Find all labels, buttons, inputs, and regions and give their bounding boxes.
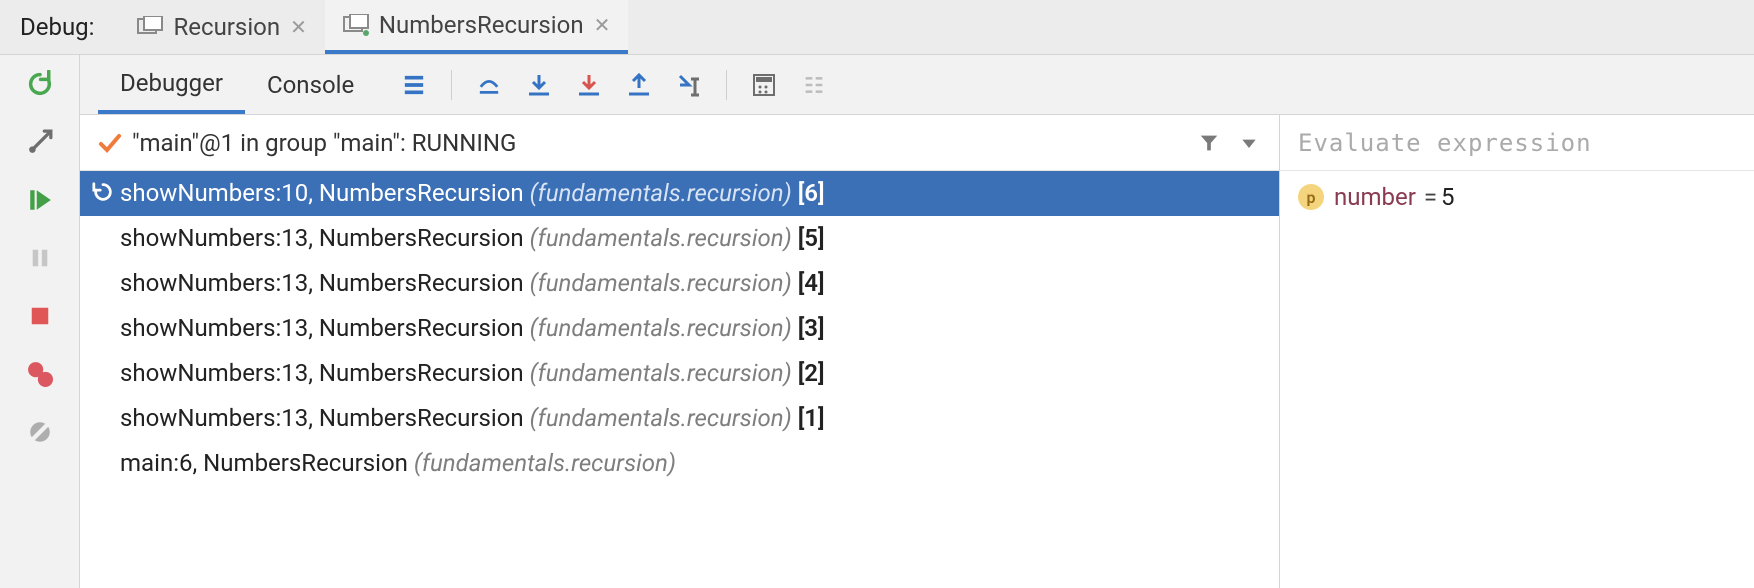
- tab-console[interactable]: Console: [245, 55, 376, 114]
- frame-method: showNumbers:13, NumbersRecursion: [120, 224, 524, 252]
- tab-debugger[interactable]: Debugger: [98, 55, 245, 114]
- frame-method: main:6, NumbersRecursion: [120, 449, 408, 477]
- check-icon: [98, 131, 122, 155]
- filter-icon[interactable]: [1197, 131, 1221, 155]
- frames-pane: "main"@1 in group "main": RUNNING showNu…: [80, 115, 1280, 588]
- step-over-icon[interactable]: [476, 72, 502, 98]
- thread-dump-icon[interactable]: [401, 72, 427, 98]
- frame-method: showNumbers:13, NumbersRecursion: [120, 404, 524, 432]
- run-config-tab-recursion[interactable]: Recursion ✕: [119, 0, 324, 54]
- tab-title: NumbersRecursion: [379, 11, 584, 39]
- variable-kind-badge: p: [1298, 184, 1324, 210]
- frame-package: (fundamentals.recursion): [530, 404, 792, 432]
- frame-package: (fundamentals.recursion): [530, 314, 792, 342]
- variable-value: 5: [1441, 183, 1455, 211]
- thread-label: "main"@1 in group "main": RUNNING: [132, 129, 1181, 157]
- dropdown-icon[interactable]: [1237, 131, 1261, 155]
- stack-frame[interactable]: showNumbers:13, NumbersRecursion (fundam…: [80, 261, 1279, 306]
- force-step-into-icon[interactable]: [576, 72, 602, 98]
- frame-package: (fundamentals.recursion): [530, 224, 792, 252]
- frame-index: [2]: [798, 359, 825, 387]
- rerun-icon[interactable]: [25, 69, 55, 99]
- frame-index: [3]: [798, 314, 825, 342]
- frame-method: showNumbers:13, NumbersRecursion: [120, 314, 524, 342]
- stack-frame[interactable]: showNumbers:13, NumbersRecursion (fundam…: [80, 351, 1279, 396]
- pause-icon[interactable]: [25, 243, 55, 273]
- view-breakpoints-icon[interactable]: [25, 359, 55, 389]
- frame-package: (fundamentals.recursion): [530, 269, 792, 297]
- frame-index: [1]: [798, 404, 825, 432]
- stack-frame[interactable]: showNumbers:10, NumbersRecursion (fundam…: [80, 171, 1279, 216]
- close-icon[interactable]: ✕: [594, 13, 611, 37]
- variable-row[interactable]: pnumber =5: [1280, 179, 1754, 215]
- frame-index: [4]: [798, 269, 825, 297]
- stack-frame[interactable]: showNumbers:13, NumbersRecursion (fundam…: [80, 306, 1279, 351]
- variable-list[interactable]: pnumber =5: [1280, 171, 1754, 588]
- drop-frame-icon[interactable]: [92, 181, 114, 203]
- frame-index: [5]: [798, 224, 825, 252]
- trace-current-stream-chain-icon[interactable]: [801, 72, 827, 98]
- evaluate-expression-icon[interactable]: [751, 72, 777, 98]
- evaluate-placeholder: Evaluate expression: [1298, 129, 1592, 157]
- run-to-cursor-icon[interactable]: [676, 72, 702, 98]
- variables-pane: Evaluate expression pnumber =5: [1280, 115, 1754, 588]
- stack-frame[interactable]: showNumbers:13, NumbersRecursion (fundam…: [80, 216, 1279, 261]
- stack-frame[interactable]: showNumbers:13, NumbersRecursion (fundam…: [80, 396, 1279, 441]
- run-config-icon: [137, 16, 163, 38]
- debugger-toolbar: Debugger Console: [80, 55, 1754, 115]
- frame-method: showNumbers:13, NumbersRecursion: [120, 359, 524, 387]
- mute-breakpoints-icon[interactable]: [25, 417, 55, 447]
- stack-frame[interactable]: main:6, NumbersRecursion (fundamentals.r…: [80, 441, 1279, 486]
- frame-method: showNumbers:13, NumbersRecursion: [120, 269, 524, 297]
- settings-icon[interactable]: [25, 127, 55, 157]
- step-into-icon[interactable]: [526, 72, 552, 98]
- close-icon[interactable]: ✕: [290, 15, 307, 39]
- step-out-icon[interactable]: [626, 72, 652, 98]
- tab-title: Recursion: [173, 13, 280, 41]
- frame-package: (fundamentals.recursion): [414, 449, 676, 477]
- equals-sign: =: [1424, 183, 1437, 211]
- debug-side-toolbar: [0, 55, 80, 588]
- resume-icon[interactable]: [25, 185, 55, 215]
- run-config-tab-numbersrecursion[interactable]: NumbersRecursion ✕: [325, 0, 629, 54]
- variable-name: number: [1334, 183, 1416, 211]
- debug-label: Debug:: [20, 13, 94, 41]
- run-config-tabstrip: Debug: Recursion ✕ NumbersRecursion ✕: [0, 0, 1754, 55]
- frame-method: showNumbers:10, NumbersRecursion: [120, 179, 524, 207]
- frame-package: (fundamentals.recursion): [530, 179, 792, 207]
- evaluate-expression-input[interactable]: Evaluate expression: [1280, 115, 1754, 171]
- run-config-icon: [343, 14, 369, 36]
- frame-list[interactable]: showNumbers:10, NumbersRecursion (fundam…: [80, 171, 1279, 588]
- thread-selector[interactable]: "main"@1 in group "main": RUNNING: [80, 115, 1279, 171]
- frame-index: [6]: [798, 179, 825, 207]
- stop-icon[interactable]: [25, 301, 55, 331]
- frame-package: (fundamentals.recursion): [530, 359, 792, 387]
